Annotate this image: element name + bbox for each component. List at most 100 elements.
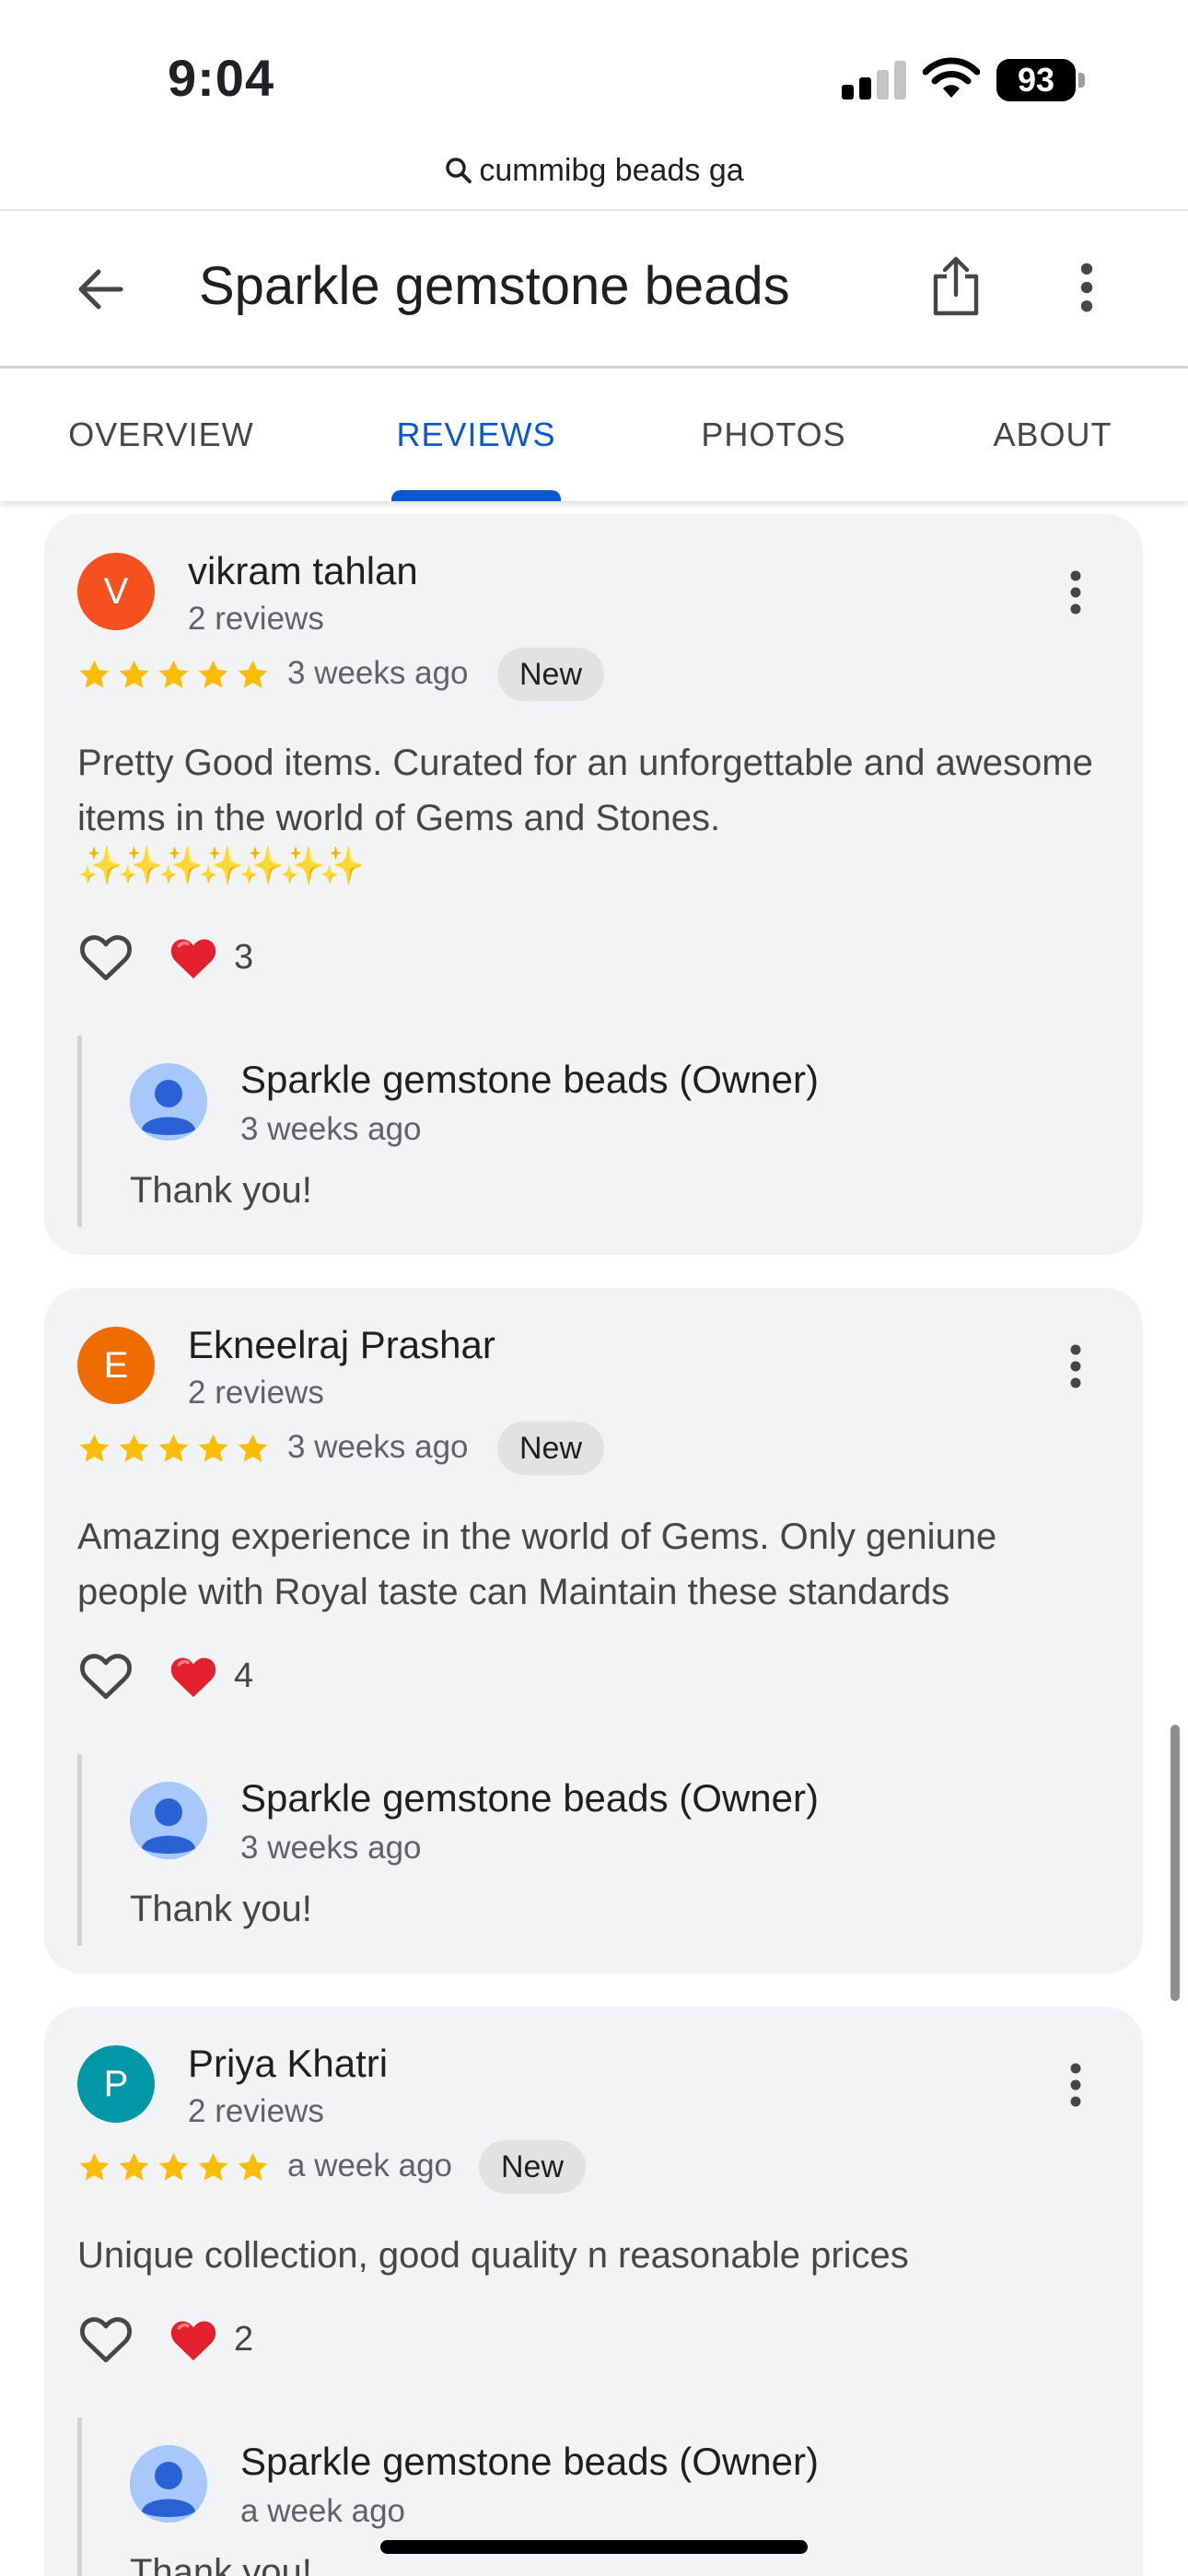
star-icon bbox=[117, 1432, 151, 1466]
star-icon bbox=[157, 1432, 191, 1466]
search-icon bbox=[446, 158, 472, 183]
avatar[interactable]: V bbox=[77, 553, 155, 630]
new-badge: New bbox=[497, 1422, 605, 1475]
url-query: cummibg beads ga bbox=[479, 152, 744, 188]
tab-photos[interactable]: PHOTOS bbox=[672, 369, 875, 501]
tab-bar: OVERVIEW REVIEWS PHOTOS ABOUT bbox=[0, 369, 1188, 501]
more-options-button[interactable] bbox=[1057, 257, 1116, 318]
star-icon bbox=[236, 1432, 270, 1466]
star-icon bbox=[117, 2150, 151, 2184]
owner-reply-text: Thank you! bbox=[130, 1170, 312, 1211]
reviewer-name[interactable]: Ekneelraj Prashar bbox=[188, 1323, 495, 1367]
owner-reply: Sparkle gemstone beads (Owner) 3 weeks a… bbox=[77, 1036, 1090, 1227]
heart-outline-icon bbox=[76, 2310, 135, 2369]
review-sparkles: ✨✨✨✨✨✨✨ bbox=[77, 846, 366, 886]
share-icon bbox=[933, 256, 979, 316]
status-bar: 9:04 93 bbox=[0, 0, 1188, 138]
review-card: V vikram tahlan 2 reviews 3 weeks ago Ne… bbox=[44, 514, 1143, 1255]
owner-name: Sparkle gemstone beads (Owner) bbox=[240, 1058, 819, 1101]
heart-reaction[interactable] bbox=[166, 1648, 221, 1704]
page-title: Sparkle gemstone beads bbox=[199, 256, 790, 316]
red-heart-icon bbox=[167, 1649, 220, 1703]
reaction-count: 3 bbox=[234, 938, 254, 977]
reviewer-name[interactable]: vikram tahlan bbox=[188, 549, 418, 593]
review-more-button[interactable] bbox=[1048, 560, 1103, 625]
person-icon bbox=[130, 1063, 207, 1141]
cellular-signal-icon bbox=[842, 61, 908, 100]
review-card: P Priya Khatri 2 reviews a week ago New … bbox=[44, 2007, 1143, 2576]
back-button[interactable] bbox=[68, 257, 133, 322]
star-icon bbox=[196, 658, 230, 692]
scrollbar[interactable] bbox=[1171, 1725, 1180, 2001]
star-icon bbox=[157, 658, 191, 692]
heart-reaction[interactable] bbox=[166, 2312, 221, 2367]
heart-outline-icon bbox=[76, 1646, 135, 1705]
review-text: Amazing experience in the world of Gems.… bbox=[77, 1516, 997, 1612]
avatar[interactable]: P bbox=[77, 2045, 155, 2123]
more-vert-icon bbox=[1080, 263, 1093, 312]
star-icon bbox=[77, 658, 111, 692]
review-time: 3 weeks ago bbox=[287, 1429, 469, 1465]
tab-about[interactable]: ABOUT bbox=[976, 369, 1129, 501]
owner-name: Sparkle gemstone beads (Owner) bbox=[240, 1776, 819, 1820]
like-button[interactable] bbox=[76, 2309, 136, 2370]
more-vert-icon bbox=[1070, 570, 1081, 615]
reviewer-review-count: 2 reviews bbox=[188, 2093, 324, 2129]
reviewer-name[interactable]: Priya Khatri bbox=[188, 2042, 388, 2086]
avatar[interactable]: E bbox=[77, 1327, 155, 1404]
person-icon bbox=[130, 1782, 207, 1859]
url-bar[interactable]: cummibg beads ga bbox=[0, 146, 1188, 195]
active-tab-indicator bbox=[391, 490, 561, 501]
review-more-button[interactable] bbox=[1048, 2053, 1103, 2117]
review-more-button[interactable] bbox=[1048, 1334, 1103, 1399]
battery-icon: 93 bbox=[996, 59, 1085, 101]
review-time: a week ago bbox=[287, 2148, 453, 2184]
tab-overview[interactable]: OVERVIEW bbox=[37, 369, 285, 501]
reaction-count: 2 bbox=[234, 2320, 254, 2359]
owner-avatar bbox=[130, 1782, 207, 1859]
tab-reviews[interactable]: REVIEWS bbox=[366, 369, 587, 501]
new-badge: New bbox=[497, 648, 605, 701]
star-icon bbox=[196, 2150, 230, 2184]
status-time: 9:04 bbox=[168, 49, 275, 107]
review-card: E Ekneelraj Prashar 2 reviews 3 weeks ag… bbox=[44, 1288, 1143, 1973]
heart-outline-icon bbox=[76, 928, 135, 987]
reaction-count: 4 bbox=[234, 1657, 254, 1695]
owner-avatar bbox=[130, 2445, 207, 2523]
review-text: Unique collection, good quality n reason… bbox=[77, 2235, 909, 2276]
more-vert-icon bbox=[1070, 1344, 1081, 1388]
star-icon bbox=[157, 2150, 191, 2184]
owner-reply-time: 3 weeks ago bbox=[240, 1111, 422, 1147]
owner-avatar bbox=[130, 1063, 207, 1141]
owner-reply-text: Thank you! bbox=[130, 2552, 312, 2576]
like-button[interactable] bbox=[76, 1645, 136, 1706]
person-icon bbox=[130, 2445, 207, 2523]
owner-name: Sparkle gemstone beads (Owner) bbox=[240, 2440, 819, 2483]
more-vert-icon bbox=[1070, 2063, 1081, 2107]
share-button[interactable] bbox=[921, 252, 991, 322]
home-indicator[interactable] bbox=[380, 2540, 808, 2554]
wifi-icon bbox=[923, 57, 980, 98]
star-rating bbox=[77, 1423, 270, 1474]
star-icon bbox=[77, 1432, 111, 1466]
star-icon bbox=[117, 658, 151, 692]
reviewer-review-count: 2 reviews bbox=[188, 1375, 324, 1411]
battery-level: 93 bbox=[996, 59, 1076, 101]
owner-reply-text: Thank you! bbox=[130, 1889, 312, 1929]
heart-reaction[interactable] bbox=[166, 930, 221, 985]
reviewer-review-count: 2 reviews bbox=[188, 601, 324, 637]
like-button[interactable] bbox=[76, 927, 136, 988]
star-icon bbox=[236, 658, 270, 692]
star-icon bbox=[236, 2150, 270, 2184]
owner-reply-time: 3 weeks ago bbox=[240, 1830, 422, 1866]
red-heart-icon bbox=[167, 2313, 220, 2366]
arrow-back-icon bbox=[78, 269, 123, 310]
owner-reply-time: a week ago bbox=[240, 2493, 406, 2529]
star-rating bbox=[77, 649, 270, 700]
star-rating bbox=[77, 2141, 270, 2193]
red-heart-icon bbox=[167, 931, 220, 984]
review-text: Pretty Good items. Curated for an unforg… bbox=[77, 743, 1093, 838]
review-time: 3 weeks ago bbox=[287, 655, 469, 691]
owner-reply: Sparkle gemstone beads (Owner) 3 weeks a… bbox=[77, 1754, 1090, 1946]
reviews-list[interactable]: V vikram tahlan 2 reviews 3 weeks ago Ne… bbox=[0, 501, 1188, 2576]
